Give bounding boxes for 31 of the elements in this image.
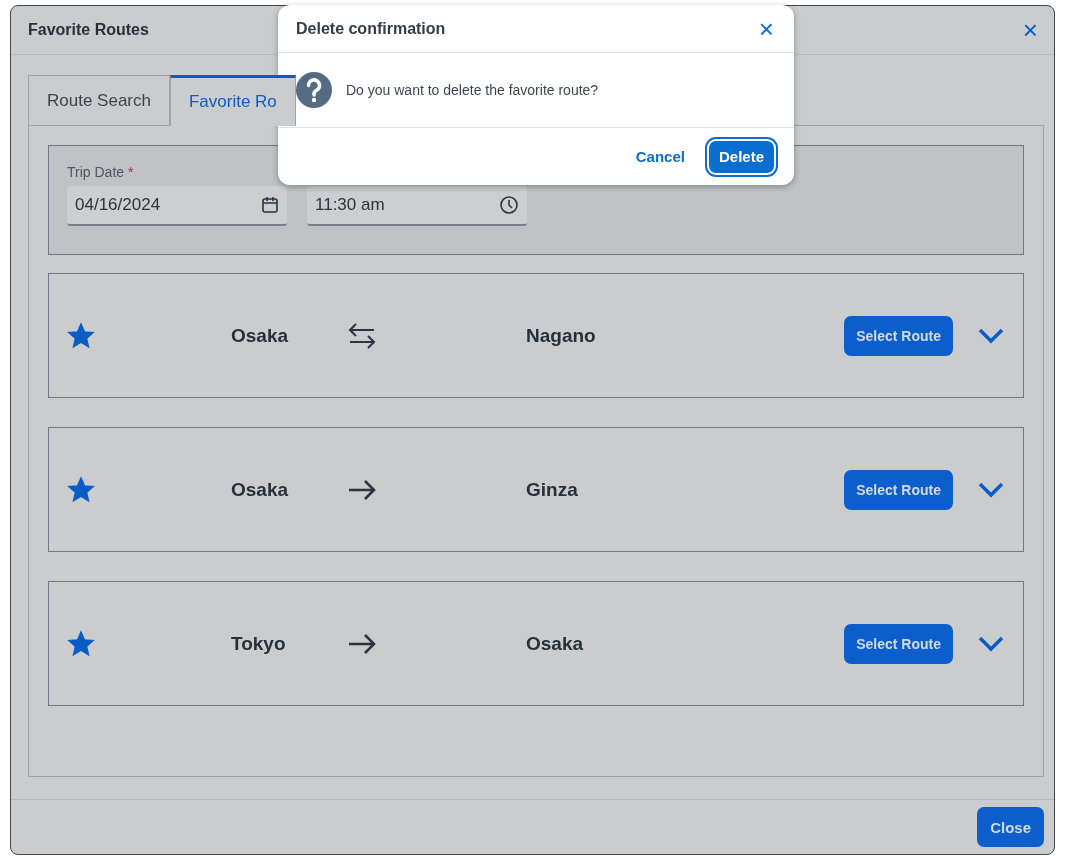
modal-title: Delete confirmation bbox=[296, 19, 446, 38]
tab[interactable]: Favorite Ro bbox=[169, 75, 296, 126]
close-button[interactable]: × bbox=[1016, 17, 1044, 43]
required-mark: * bbox=[128, 164, 134, 180]
close-button[interactable]: Close bbox=[977, 807, 1044, 847]
chevron-down-icon[interactable] bbox=[977, 326, 1005, 345]
select-route-button[interactable]: Select Route bbox=[844, 469, 953, 510]
origin-text: Osaka bbox=[231, 324, 289, 346]
origin-text: Osaka bbox=[231, 478, 289, 500]
select-route-button[interactable]: Select Route bbox=[844, 315, 953, 356]
date-field[interactable]: 04/16/2024 bbox=[67, 186, 287, 226]
calendar-icon[interactable] bbox=[261, 196, 279, 214]
chevron-down-icon[interactable] bbox=[977, 480, 1005, 499]
star-icon[interactable] bbox=[67, 629, 95, 658]
star-icon[interactable] bbox=[67, 321, 95, 350]
time-field[interactable]: 11:30 am bbox=[307, 186, 527, 226]
confirmation-message: Do you want to delete the favorite route? bbox=[346, 82, 599, 98]
destination-text: Ginza bbox=[526, 478, 578, 500]
destination-text: Nagano bbox=[526, 324, 596, 346]
cancel-button[interactable]: Cancel bbox=[629, 147, 691, 166]
clock-icon[interactable] bbox=[499, 195, 519, 215]
star-icon[interactable] bbox=[67, 475, 95, 504]
close-button[interactable]: × bbox=[752, 15, 780, 42]
origin-text: Tokyo bbox=[231, 632, 286, 654]
field-label: Trip Date bbox=[67, 164, 125, 180]
destination-text: Osaka bbox=[526, 632, 584, 654]
chevron-down-icon[interactable] bbox=[977, 634, 1005, 653]
select-route-button[interactable]: Select Route bbox=[844, 623, 953, 664]
tab[interactable]: Route Search bbox=[28, 75, 170, 126]
question-icon bbox=[296, 72, 332, 108]
dialog-title: Favorite Routes bbox=[28, 21, 149, 39]
